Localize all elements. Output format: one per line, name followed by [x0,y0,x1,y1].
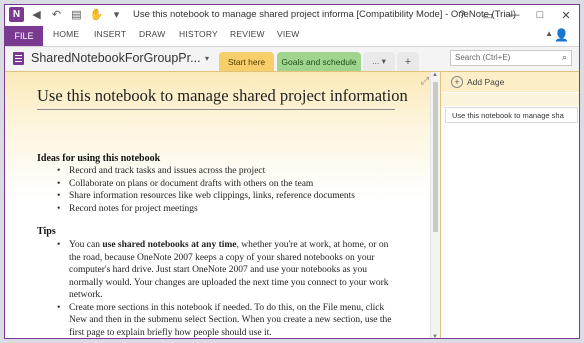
list-item: Create more sections in this notebook if… [57,302,402,339]
user-account-icon[interactable]: 👤 [554,28,569,42]
list-item: Record notes for project meetings [57,203,355,216]
notebook-dropdown-icon[interactable]: ▾ [205,54,209,63]
notebook-icon [13,52,24,65]
collapse-ribbon-icon[interactable]: ▲ [545,29,553,38]
list-item: Record and track tasks and issues across… [57,165,355,178]
tab-draw[interactable]: DRAW [139,29,165,39]
notebook-name[interactable]: SharedNotebookForGroupPr... [31,51,201,65]
search-placeholder: Search (Ctrl+E) [455,53,511,62]
add-page-button[interactable]: + Add Page [441,72,579,92]
tab-review[interactable]: REVIEW [230,29,265,39]
quick-access-toolbar: N ◀ ↶ ▤ ✋ ▾ [9,7,124,22]
list-item: You can use shared notebooks at any time… [57,239,402,302]
ideas-heading: Ideas for using this notebook [37,153,161,164]
onenote-logo-icon: N [9,7,24,22]
full-page-view-icon[interactable]: ⤢ [421,76,429,87]
page-tab[interactable]: Use this notebook to manage sha [445,107,578,123]
tip-bold-text: use shared notebooks at any time [102,240,237,250]
scroll-down-icon[interactable]: ▼ [432,334,438,338]
ribbon-display-button[interactable]: ▭ [475,5,501,25]
page-tabs-pane: + Add Page Use this notebook to manage s… [440,72,579,338]
tip-text: You can [69,240,103,250]
tab-insert[interactable]: INSERT [94,29,126,39]
search-icon[interactable]: ⌕ [562,52,567,63]
pane-spacer [441,93,579,106]
customize-toolbar-icon[interactable]: ▾ [109,7,124,22]
section-tab-start-here[interactable]: Start here [219,52,274,71]
minimize-button[interactable]: — [501,5,527,25]
clip-icon[interactable]: ▤ [69,7,84,22]
list-item: Collaborate on plans or document drafts … [57,178,355,191]
section-tab-goals-and-schedule[interactable]: Goals and schedule [277,52,361,71]
maximize-button[interactable]: □ [527,5,553,25]
close-button[interactable]: ✕ [553,5,579,25]
add-section-button[interactable]: + [397,52,419,71]
scrollbar-thumb[interactable] [433,82,438,232]
tab-view[interactable]: VIEW [277,29,300,39]
back-icon[interactable]: ◀ [29,7,44,22]
tab-home[interactable]: HOME [53,29,79,39]
tab-file[interactable]: FILE [5,26,43,46]
ribbon-tabs: FILE HOME INSERT DRAW HISTORY REVIEW VIE… [5,26,579,47]
more-sections-button[interactable]: ... ▾ [363,52,395,71]
help-button[interactable]: ? [449,5,475,25]
notebook-bar: SharedNotebookForGroupPr... ▾ Start here… [5,47,579,72]
ideas-list: Record and track tasks and issues across… [57,165,355,215]
touch-mode-icon[interactable]: ✋ [89,7,104,22]
tips-heading: Tips [37,226,56,237]
tips-list: You can use shared notebooks at any time… [57,239,402,339]
page-canvas[interactable]: ⤢ Use this notebook to manage shared pro… [5,72,430,339]
window-controls: ? ▭ — □ ✕ [449,5,579,25]
title-bar: N ◀ ↶ ▤ ✋ ▾ Use this notebook to manage … [5,5,579,26]
list-item: Share information resources like web cli… [57,190,355,203]
onenote-window: N ◀ ↶ ▤ ✋ ▾ Use this notebook to manage … [4,4,580,339]
add-page-label: Add Page [467,77,505,87]
page-scrollbar[interactable]: ▲ ▼ [430,72,440,338]
page-title[interactable]: Use this notebook to manage shared proje… [37,86,408,106]
undo-icon[interactable]: ↶ [49,7,64,22]
title-divider [37,109,395,110]
tab-history[interactable]: HISTORY [179,29,218,39]
add-page-icon: + [451,76,463,88]
scroll-up-icon[interactable]: ▲ [432,72,438,78]
search-input[interactable]: Search (Ctrl+E) ⌕ [450,50,572,66]
